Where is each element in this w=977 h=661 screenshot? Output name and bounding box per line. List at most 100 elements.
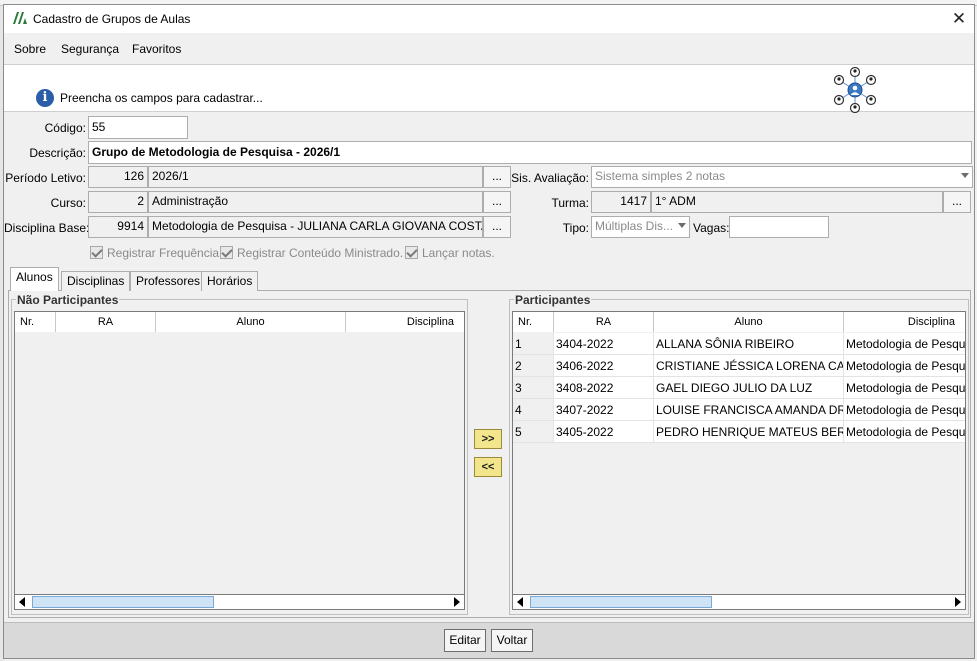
scroll-left-icon[interactable] [517,597,523,607]
curso-label: Curso: [50,196,86,210]
checkbox-checked-icon [90,246,103,259]
app-logo-icon [13,12,27,24]
turma-code-field[interactable]: 1417 [591,191,651,213]
menu-sobre[interactable]: Sobre [14,42,46,56]
scroll-thumb[interactable] [530,596,712,608]
descricao-label: Descrição: [29,146,86,160]
close-button[interactable]: ✕ [948,8,970,30]
curso-lookup-button[interactable]: ... [483,191,511,213]
participantes-title: Participantes [514,293,592,307]
periodo-code-field[interactable]: 126 [88,166,148,188]
cell-ra: 3408-2022 [554,377,654,399]
tipo-select[interactable]: Múltiplas Dis... [591,216,690,238]
scroll-right-icon[interactable] [955,597,961,607]
sis-avaliacao-label: Sis. Avaliação: [511,171,589,185]
sis-avaliacao-select[interactable]: Sistema simples 2 notas [591,166,973,188]
back-button[interactable]: Voltar [491,629,533,652]
checkbox-checked-icon [405,246,418,259]
remove-participant-button[interactable]: << [474,457,502,477]
tab-horarios[interactable]: Horários [201,271,259,291]
cell-aluno: LOUISE FRANCISCA AMANDA DR... [654,399,844,421]
info-banner: i Preencha os campos para cadastrar... [4,64,974,113]
tipo-value: Múltiplas Dis... [595,219,674,233]
checkbox-checked-icon [220,246,233,259]
codigo-field[interactable]: 55 [88,116,188,139]
column-header-disciplina[interactable]: Disciplina [346,312,464,332]
descricao-field[interactable]: Grupo de Metodologia de Pesquisa - 2026/… [88,141,972,164]
sis-avaliacao-value: Sistema simples 2 notas [595,169,726,183]
checkbox-label: Registrar Conteúdo Ministrado. [237,246,404,260]
registrar-conteudo-checkbox[interactable]: Registrar Conteúdo Ministrado. [220,246,403,262]
title-bar: Cadastro de Grupos de Aulas ✕ [4,5,974,33]
cell-nr: 5 [513,421,554,443]
people-network-icon [833,67,877,113]
add-participant-button[interactable]: >> [474,429,502,449]
cell-nr: 4 [513,399,554,421]
cell-disciplina: Metodologia de Pesqu [844,333,965,355]
menu-bar: Sobre Segurança Favoritos [4,38,974,62]
info-message: Preencha os campos para cadastrar... [60,91,263,105]
tab-professores[interactable]: Professores [130,271,207,291]
close-icon: ✕ [951,9,967,28]
tab-disciplinas[interactable]: Disciplinas [61,271,131,291]
cell-aluno: ALLANA SÔNIA RIBEIRO [654,333,844,355]
vagas-label: Vagas: [693,221,730,235]
cell-disciplina: Metodologia de Pesqu [844,355,965,377]
nao-participantes-hscrollbar[interactable] [14,594,465,610]
disciplina-base-label: Disciplina Base: [4,221,90,235]
disciplina-lookup-button[interactable]: ... [483,216,511,238]
cell-nr: 3 [513,377,554,399]
column-header-aluno[interactable]: Aluno [654,312,844,332]
codigo-label: Código: [44,121,86,135]
turma-lookup-button[interactable]: ... [943,191,971,213]
checkbox-label: Registrar Frequência. [107,246,223,260]
menu-seguranca[interactable]: Segurança [61,42,119,56]
column-header-aluno[interactable]: Aluno [156,312,346,332]
periodo-lookup-button[interactable]: ... [483,166,511,188]
curso-name-field: Administração [148,191,483,213]
edit-button[interactable]: Editar [444,629,486,652]
disciplina-code-field[interactable]: 9914 [88,216,148,238]
periodo-name-field: 2026/1 [148,166,483,188]
column-header-disciplina[interactable]: Disciplina [844,312,965,332]
column-header-ra[interactable]: RA [56,312,156,332]
column-header-nr[interactable]: Nr. [15,312,56,332]
disciplina-name-field: Metodologia de Pesquisa - JULIANA CARLA … [148,216,483,238]
registrar-frequencia-checkbox[interactable]: Registrar Frequência. [90,246,222,262]
cell-nr: 2 [513,355,554,377]
chevron-down-icon [961,173,969,178]
nao-participantes-grid[interactable]: Nr. RA Aluno Disciplina [14,311,465,598]
tab-alunos[interactable]: Alunos [10,267,59,291]
cell-ra: 3407-2022 [554,399,654,421]
vagas-field[interactable] [729,216,829,238]
periodo-label: Período Letivo: [5,171,86,185]
dialog-window: Cadastro de Grupos de Aulas ✕ Sobre Segu… [3,4,975,659]
cell-aluno: PEDRO HENRIQUE MATEUS BERN... [654,421,844,443]
scroll-left-icon[interactable] [19,597,25,607]
cell-ra: 3404-2022 [554,333,654,355]
cell-disciplina: Metodologia de Pesqu [844,377,965,399]
cell-ra: 3406-2022 [554,355,654,377]
nao-participantes-title: Não Participantes [16,293,120,307]
footer-bar: Editar Voltar [4,622,974,658]
participantes-grid[interactable]: Nr. RA Aluno Disciplina 1 3404-2022 ALLA… [512,311,966,598]
chevron-down-icon [678,223,686,228]
checkbox-label: Lançar notas. [422,246,495,260]
turma-name-field: 1° ADM [651,191,943,213]
cell-aluno: GAEL DIEGO JULIO DA LUZ [654,377,844,399]
menu-favoritos[interactable]: Favoritos [132,42,181,56]
tipo-label: Tipo: [562,221,589,235]
info-icon: i [36,89,54,107]
grid-header: Nr. RA Aluno Disciplina [513,312,965,332]
scroll-right-icon[interactable] [454,597,460,607]
column-header-nr[interactable]: Nr. [513,312,554,332]
window-title: Cadastro de Grupos de Aulas [33,12,191,26]
scroll-thumb[interactable] [32,596,214,608]
participantes-hscrollbar[interactable] [512,594,966,610]
lancar-notas-checkbox[interactable]: Lançar notas. [405,246,495,262]
curso-code-field[interactable]: 2 [88,191,148,213]
cell-disciplina: Metodologia de Pesqu [844,399,965,421]
column-header-ra[interactable]: RA [554,312,654,332]
grid-header: Nr. RA Aluno Disciplina [15,312,464,332]
turma-label: Turma: [551,196,589,210]
